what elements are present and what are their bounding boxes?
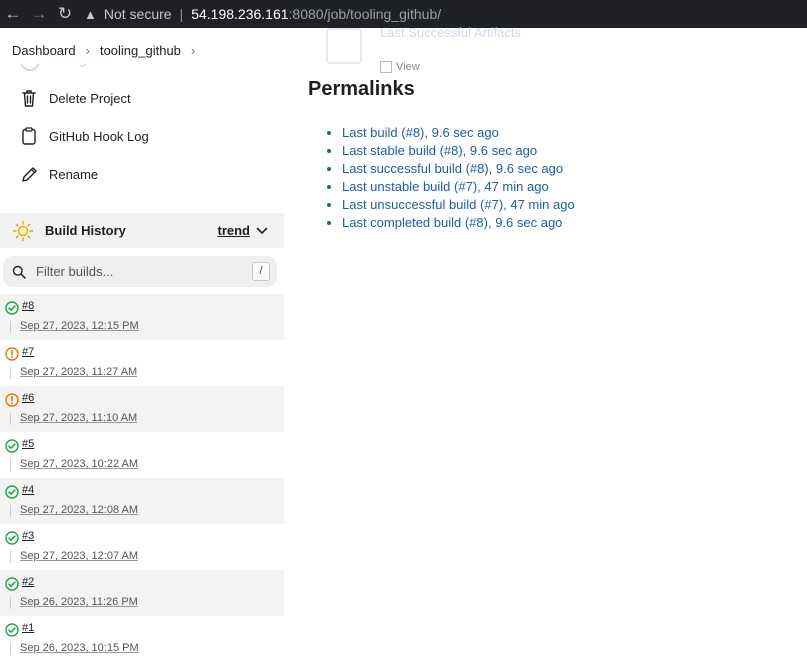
task-label: Delete Project bbox=[49, 90, 131, 106]
trend-link[interactable]: trend bbox=[218, 223, 251, 238]
address-divider: | bbox=[179, 6, 184, 22]
security-label[interactable]: Not secure bbox=[104, 6, 172, 22]
build-history-header: Build History trend bbox=[0, 213, 284, 248]
browser-toolbar: ← → ↻ ▲ Not secure | 54.198.236.161:8080… bbox=[0, 0, 807, 28]
build-row[interactable]: #5 Sep 27, 2023, 10:22 AM bbox=[0, 432, 284, 478]
build-date-link[interactable]: Sep 26, 2023, 10:15 PM bbox=[20, 642, 139, 654]
address-bar[interactable]: ▲ Not secure | 54.198.236.161:8080/job/t… bbox=[84, 0, 441, 28]
build-row[interactable]: #7 Sep 27, 2023, 11:27 AM bbox=[0, 340, 284, 386]
task-label: GitHub Hook Log bbox=[49, 128, 149, 144]
clipboard-icon bbox=[20, 126, 38, 146]
search-icon bbox=[12, 265, 26, 279]
permalink-link[interactable]: Last successful build (#8), 9.6 sec ago bbox=[342, 161, 563, 176]
build-date-link[interactable]: Sep 27, 2023, 12:08 AM bbox=[20, 504, 138, 516]
github-hook-log-task[interactable]: GitHub Hook Log bbox=[20, 126, 149, 146]
timeline-divider bbox=[10, 597, 11, 609]
success-check-icon bbox=[5, 531, 19, 545]
build-date-link[interactable]: Sep 27, 2023, 12:07 AM bbox=[20, 550, 138, 562]
success-check-icon bbox=[5, 577, 19, 591]
breadcrumb-dashboard[interactable]: Dashboard bbox=[12, 43, 76, 58]
unstable-warning-icon bbox=[5, 347, 19, 361]
build-row[interactable]: #2 Sep 26, 2023, 11:26 PM bbox=[0, 570, 284, 616]
rename-task[interactable]: Rename bbox=[20, 164, 98, 184]
arrow-right-icon[interactable]: → bbox=[26, 0, 52, 28]
url-host: 54.198.236.161 bbox=[191, 6, 289, 22]
build-number-link[interactable]: #7 bbox=[22, 346, 34, 358]
arrow-left-icon[interactable]: ← bbox=[0, 0, 26, 28]
timeline-divider bbox=[10, 505, 11, 517]
url-path: :8080/job/tooling_github/ bbox=[288, 6, 442, 22]
permalink-item: Last completed build (#8), 9.6 sec ago bbox=[342, 214, 575, 232]
build-date-link[interactable]: Sep 27, 2023, 11:10 AM bbox=[20, 412, 137, 424]
build-number-link[interactable]: #4 bbox=[22, 484, 34, 496]
success-check-icon bbox=[5, 439, 19, 453]
task-label: Rename bbox=[49, 166, 99, 182]
unstable-warning-icon bbox=[5, 393, 19, 407]
view-link[interactable]: View bbox=[396, 61, 420, 73]
trash-icon bbox=[20, 88, 38, 108]
success-check-icon bbox=[5, 301, 19, 315]
build-number-link[interactable]: #2 bbox=[22, 576, 34, 588]
sun-icon bbox=[12, 220, 34, 241]
package-icon bbox=[326, 28, 362, 64]
view-icon bbox=[380, 61, 392, 73]
permalinks-title: Permalinks bbox=[308, 78, 415, 100]
permalink-item: Last build (#8), 9.6 sec ago bbox=[342, 124, 575, 142]
build-number-link[interactable]: #8 bbox=[22, 300, 34, 312]
build-date-link[interactable]: Sep 27, 2023, 11:27 AM bbox=[20, 366, 137, 378]
breadcrumb-job[interactable]: tooling_github bbox=[100, 43, 181, 58]
chevron-down-icon[interactable] bbox=[256, 224, 268, 238]
build-row[interactable]: #3 Sep 27, 2023, 12:07 AM bbox=[0, 524, 284, 570]
timeline-divider bbox=[10, 367, 11, 379]
breadcrumb: Dashboard › tooling_github › bbox=[0, 36, 290, 64]
permalink-link[interactable]: Last stable build (#8), 9.6 sec ago bbox=[342, 143, 537, 158]
permalink-item: Last unstable build (#7), 47 min ago bbox=[342, 178, 575, 196]
build-list: #8 Sep 27, 2023, 12:15 PM #7 Sep 27, 2023, … bbox=[0, 294, 284, 662]
build-row[interactable]: #6 Sep 27, 2023, 11:10 AM bbox=[0, 386, 284, 432]
permalinks-list: Last build (#8), 9.6 sec ago Last stable … bbox=[328, 124, 575, 232]
chevron-right-icon: › bbox=[85, 42, 90, 58]
permalink-item: Last successful build (#8), 9.6 sec ago bbox=[342, 160, 575, 178]
artifacts-link[interactable]: Last Successful Artifacts bbox=[380, 25, 521, 40]
reload-icon[interactable]: ↻ bbox=[52, 0, 78, 28]
permalink-item: Last unsuccessful build (#7), 47 min ago bbox=[342, 196, 575, 214]
success-check-icon bbox=[5, 623, 19, 637]
pencil-icon bbox=[20, 164, 38, 184]
timeline-divider bbox=[10, 643, 11, 655]
delete-project-task[interactable]: Delete Project bbox=[20, 88, 131, 108]
build-date-link[interactable]: Sep 27, 2023, 10:22 AM bbox=[20, 458, 138, 470]
build-date-link[interactable]: Sep 27, 2023, 12:15 PM bbox=[20, 320, 139, 332]
success-check-icon bbox=[5, 485, 19, 499]
build-row[interactable]: #1 Sep 26, 2023, 10:15 PM bbox=[0, 616, 284, 662]
build-row[interactable]: #4 Sep 27, 2023, 12:08 AM bbox=[0, 478, 284, 524]
timeline-divider bbox=[10, 321, 11, 333]
chevron-right-icon[interactable]: › bbox=[191, 43, 195, 58]
warning-icon[interactable]: ▲ bbox=[84, 7, 97, 22]
permalink-link[interactable]: Last unstable build (#7), 47 min ago bbox=[342, 179, 549, 194]
build-date-link[interactable]: Sep 26, 2023, 11:26 PM bbox=[20, 596, 138, 608]
permalink-link[interactable]: Last unsuccessful build (#7), 47 min ago bbox=[342, 197, 575, 212]
timeline-divider bbox=[10, 413, 11, 425]
build-number-link[interactable]: #1 bbox=[22, 622, 34, 634]
timeline-divider bbox=[10, 459, 11, 471]
build-number-link[interactable]: #5 bbox=[22, 438, 34, 450]
shortcut-key-badge: / bbox=[252, 262, 270, 281]
filter-builds-box: / bbox=[3, 256, 277, 287]
timeline-divider bbox=[10, 551, 11, 563]
permalink-link[interactable]: Last build (#8), 9.6 sec ago bbox=[342, 125, 499, 140]
build-number-link[interactable]: #3 bbox=[22, 530, 34, 542]
build-history-title: Build History bbox=[45, 223, 126, 238]
filter-builds-input[interactable] bbox=[34, 263, 238, 280]
permalink-item: Last stable build (#8), 9.6 sec ago bbox=[342, 142, 575, 160]
permalink-link[interactable]: Last completed build (#8), 9.6 sec ago bbox=[342, 215, 562, 230]
build-number-link[interactable]: #6 bbox=[22, 392, 34, 404]
build-row[interactable]: #8 Sep 27, 2023, 12:15 PM bbox=[0, 294, 284, 340]
